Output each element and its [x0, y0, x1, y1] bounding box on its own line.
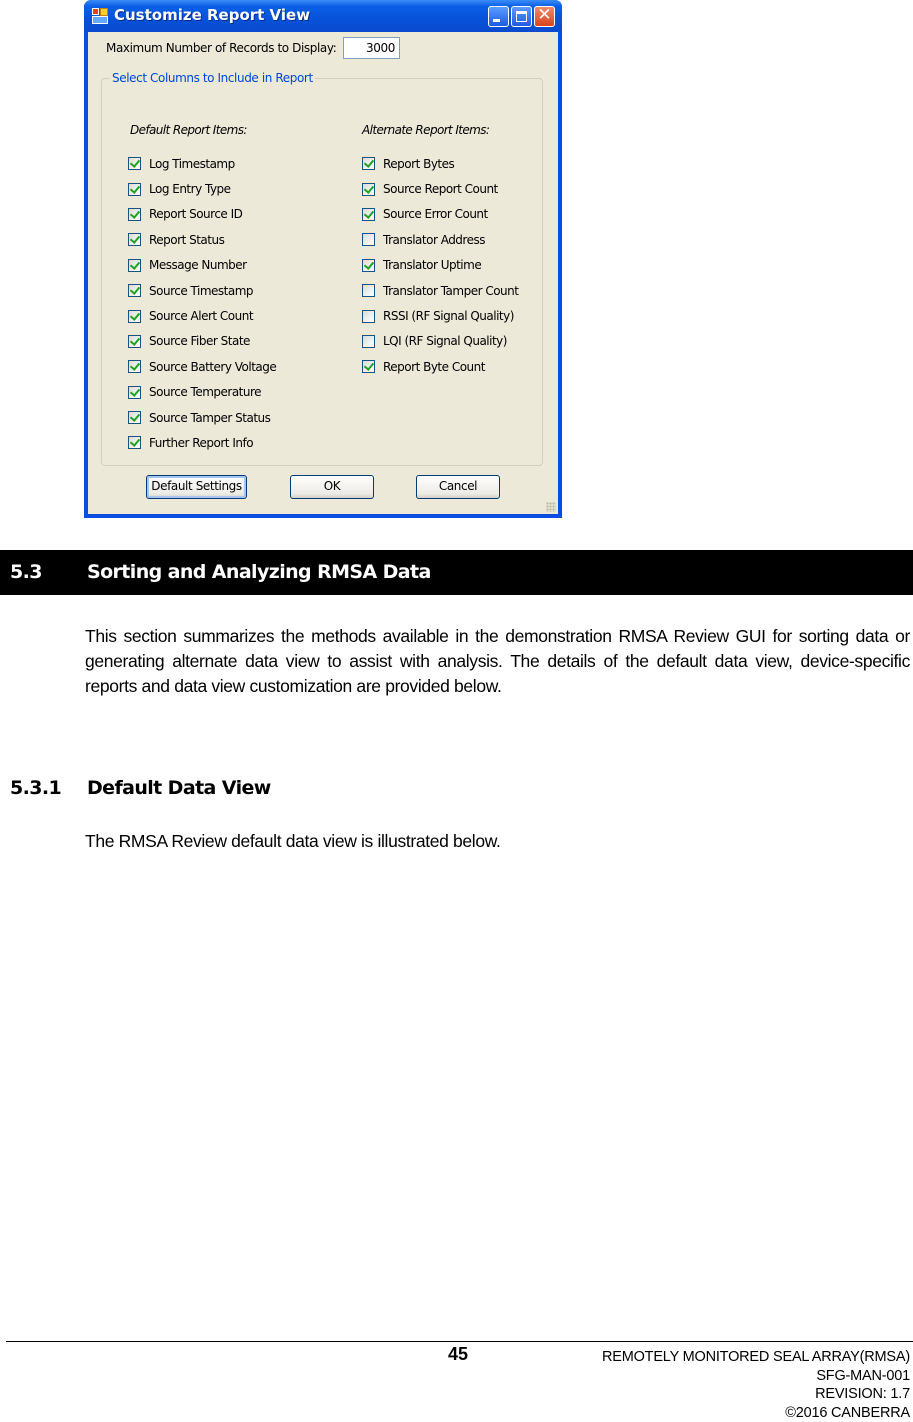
checkbox-label: Source Temperature: [149, 385, 261, 399]
checkbox-unchecked[interactable]: [362, 335, 375, 348]
checkbox-label: Source Error Count: [383, 207, 488, 221]
checkbox-item[interactable]: Source Fiber State: [128, 329, 276, 354]
checkbox-label: Source Alert Count: [149, 309, 253, 323]
page-number: 45: [448, 1344, 468, 1365]
checkbox-checked[interactable]: [128, 259, 141, 272]
checkbox-item[interactable]: Source Tamper Status: [128, 405, 276, 430]
checkbox-checked[interactable]: [362, 259, 375, 272]
section-heading-bar: 5.3 Sorting and Analyzing RMSA Data: [0, 550, 913, 595]
checkbox-item[interactable]: Report Byte Count: [362, 354, 518, 379]
footer-copyright: ©2016 CANBERRA: [602, 1404, 910, 1422]
checkbox-checked[interactable]: [128, 284, 141, 297]
default-items-list: Log Timestamp Log Entry Type Report Source…: [128, 151, 276, 456]
maximize-icon[interactable]: [511, 6, 532, 27]
ok-button[interactable]: OK: [290, 475, 374, 499]
checkbox-checked[interactable]: [128, 183, 141, 196]
checkbox-label: Source Tamper Status: [149, 411, 270, 425]
checkbox-item[interactable]: Translator Tamper Count: [362, 278, 518, 303]
customize-report-view-dialog: Customize Report View ✕ Maximum Number o…: [84, 0, 562, 518]
checkbox-label: Translator Address: [383, 233, 485, 247]
checkbox-item[interactable]: Report Status: [128, 227, 276, 252]
group-title: Select Columns to Include in Report: [110, 71, 315, 85]
checkbox-unchecked[interactable]: [362, 284, 375, 297]
checkbox-label: LQI (RF Signal Quality): [383, 334, 507, 348]
checkbox-item[interactable]: Source Error Count: [362, 202, 518, 227]
dialog-client-area: Maximum Number of Records to Display: 30…: [88, 32, 558, 514]
max-records-input[interactable]: 3000: [343, 37, 400, 59]
checkbox-label: Report Bytes: [383, 157, 454, 171]
checkbox-label: Translator Tamper Count: [383, 284, 518, 298]
checkbox-label: Source Battery Voltage: [149, 360, 276, 374]
dialog-title-bar[interactable]: Customize Report View ✕: [84, 0, 562, 32]
resize-grip[interactable]: [546, 502, 556, 512]
checkbox-unchecked[interactable]: [362, 233, 375, 246]
default-items-heading: Default Report Items:: [130, 123, 247, 137]
minimize-icon[interactable]: [488, 6, 509, 27]
checkbox-checked[interactable]: [128, 310, 141, 323]
checkbox-label: Source Fiber State: [149, 334, 250, 348]
cancel-button[interactable]: Cancel: [416, 475, 500, 499]
section-body: This section summarizes the methods avai…: [85, 624, 910, 699]
checkbox-label: Log Timestamp: [149, 157, 235, 171]
checkbox-item[interactable]: Log Timestamp: [128, 151, 276, 176]
checkbox-checked[interactable]: [128, 208, 141, 221]
footer-divider: [6, 1341, 913, 1342]
checkbox-label: Source Timestamp: [149, 284, 253, 298]
section-title: Sorting and Analyzing RMSA Data: [87, 561, 431, 583]
subsection-body: The RMSA Review default data view is ill…: [85, 831, 501, 852]
close-icon[interactable]: ✕: [534, 6, 555, 27]
checkbox-item[interactable]: RSSI (RF Signal Quality): [362, 303, 518, 328]
footer-doc-title: REMOTELY MONITORED SEAL ARRAY(RMSA): [602, 1348, 910, 1367]
select-columns-group: Select Columns to Include in Report Defa…: [101, 78, 543, 466]
checkbox-checked[interactable]: [128, 335, 141, 348]
checkbox-checked[interactable]: [128, 386, 141, 399]
checkbox-label: Report Status: [149, 233, 224, 247]
checkbox-item[interactable]: Source Alert Count: [128, 303, 276, 328]
checkbox-item[interactable]: LQI (RF Signal Quality): [362, 329, 518, 354]
checkbox-unchecked[interactable]: [362, 310, 375, 323]
checkbox-item[interactable]: Source Battery Voltage: [128, 354, 276, 379]
footer-revision: REVISION: 1.7: [602, 1385, 910, 1404]
app-window-icon: [92, 8, 108, 24]
footer-doc-id: SFG-MAN-001: [602, 1367, 910, 1386]
checkbox-item[interactable]: Source Report Count: [362, 176, 518, 201]
checkbox-checked[interactable]: [362, 360, 375, 373]
checkbox-checked[interactable]: [128, 157, 141, 170]
alternate-items-heading: Alternate Report Items:: [362, 123, 489, 137]
checkbox-label: Report Source ID: [149, 207, 242, 221]
alternate-items-list: Report Bytes Source Report Count Source Er…: [362, 151, 518, 380]
checkbox-label: Translator Uptime: [383, 258, 481, 272]
checkbox-item[interactable]: Translator Uptime: [362, 253, 518, 278]
checkbox-label: Source Report Count: [383, 182, 498, 196]
checkbox-item[interactable]: Source Timestamp: [128, 278, 276, 303]
checkbox-checked[interactable]: [362, 208, 375, 221]
checkbox-label: Report Byte Count: [383, 360, 485, 374]
section-number: 5.3: [10, 561, 42, 583]
checkbox-checked[interactable]: [128, 360, 141, 373]
checkbox-item[interactable]: Further Report Info: [128, 430, 276, 455]
checkbox-label: Log Entry Type: [149, 182, 231, 196]
checkbox-checked[interactable]: [128, 411, 141, 424]
footer-info: REMOTELY MONITORED SEAL ARRAY(RMSA) SFG-…: [602, 1348, 910, 1422]
checkbox-item[interactable]: Report Bytes: [362, 151, 518, 176]
checkbox-checked[interactable]: [128, 233, 141, 246]
dialog-title: Customize Report View: [114, 6, 310, 24]
checkbox-item[interactable]: Report Source ID: [128, 202, 276, 227]
checkbox-checked[interactable]: [362, 157, 375, 170]
checkbox-label: Further Report Info: [149, 436, 253, 450]
checkbox-item[interactable]: Message Number: [128, 253, 276, 278]
subsection-number: 5.3.1: [10, 777, 61, 799]
checkbox-checked[interactable]: [128, 436, 141, 449]
default-settings-button[interactable]: Default Settings: [146, 475, 247, 499]
checkbox-label: Message Number: [149, 258, 247, 272]
checkbox-checked[interactable]: [362, 183, 375, 196]
checkbox-item[interactable]: Log Entry Type: [128, 176, 276, 201]
checkbox-item[interactable]: Translator Address: [362, 227, 518, 252]
max-records-label: Maximum Number of Records to Display:: [106, 41, 336, 55]
checkbox-label: RSSI (RF Signal Quality): [383, 309, 514, 323]
checkbox-item[interactable]: Source Temperature: [128, 380, 276, 405]
subsection-title: Default Data View: [87, 777, 271, 799]
